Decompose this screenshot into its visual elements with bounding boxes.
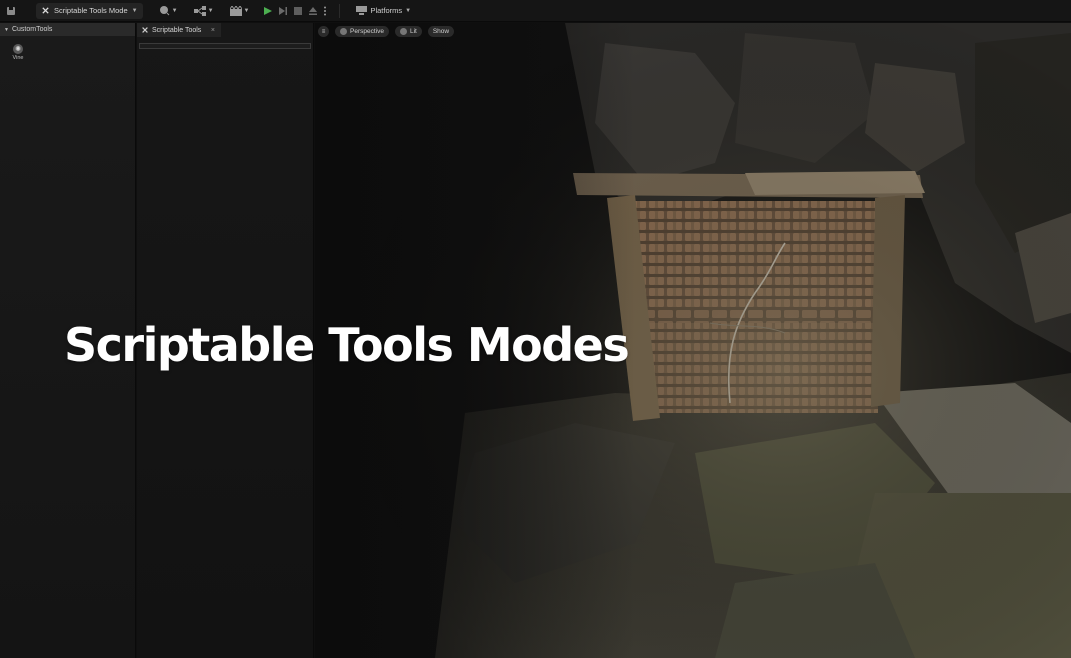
perspective-label: Perspective [350, 28, 384, 35]
perspective-button[interactable]: Perspective [335, 26, 389, 37]
platforms-icon [356, 6, 368, 15]
vine-tool-label: Vine [12, 55, 24, 61]
chevron-down-icon: ▼ [171, 7, 178, 14]
collapse-arrow-icon: ▼ [4, 26, 9, 33]
toolbar-divider [339, 3, 341, 18]
tools-details-area [139, 43, 311, 49]
vine-tool-button[interactable]: ✺ Vine [7, 44, 29, 66]
cinematics-group[interactable]: ▼ [229, 5, 250, 16]
chevron-down-icon: ▼ [243, 7, 250, 14]
play-controls [263, 6, 327, 16]
stop-icon[interactable] [293, 6, 303, 16]
tab-scriptable-tools[interactable]: Scriptable Tools × [137, 23, 221, 37]
category-header[interactable]: ▼ CustomTools [0, 23, 135, 36]
platforms-button[interactable]: Platforms ▼ [356, 6, 411, 15]
viewport-toolbar: ≡ Perspective Lit Show [318, 26, 455, 37]
close-icon[interactable]: × [211, 27, 215, 34]
tools-icon [142, 27, 148, 33]
vine-tool-icon: ✺ [13, 44, 23, 54]
mode-label: Scriptable Tools Mode [54, 6, 128, 15]
overlay-title: Scriptable Tools Modes [64, 318, 630, 372]
sphere-icon [399, 28, 407, 35]
blueprint-group[interactable]: ▼ [193, 5, 214, 16]
more-options-icon[interactable] [323, 6, 327, 16]
platforms-label: Platforms [370, 6, 403, 15]
chevron-down-icon: ▼ [207, 7, 214, 14]
show-label: Show [432, 28, 450, 35]
chevron-down-icon: ▼ [131, 7, 138, 14]
step-icon[interactable] [278, 6, 288, 16]
hamburger-menu-icon[interactable]: ≡ [318, 26, 329, 37]
main-toolbar: Scriptable Tools Mode ▼ ▼ ▼ ▼ Platforms … [0, 0, 1071, 22]
add-actor-icon [159, 6, 169, 16]
play-icon[interactable] [263, 6, 273, 16]
add-content-group[interactable]: ▼ [159, 5, 178, 16]
clapper-icon [229, 5, 242, 16]
chevron-down-icon: ▼ [405, 7, 412, 14]
tab-label: Scriptable Tools [152, 26, 202, 34]
blueprint-icon [193, 5, 206, 16]
lit-button[interactable]: Lit [394, 26, 422, 37]
eject-icon[interactable] [308, 6, 318, 16]
show-button[interactable]: Show [427, 26, 455, 37]
category-label: CustomTools [11, 26, 53, 33]
lit-label: Lit [409, 28, 417, 35]
save-icon[interactable] [4, 4, 18, 18]
tools-icon [42, 7, 49, 14]
mode-selector[interactable]: Scriptable Tools Mode ▼ [36, 2, 143, 19]
camera-icon [340, 28, 347, 35]
